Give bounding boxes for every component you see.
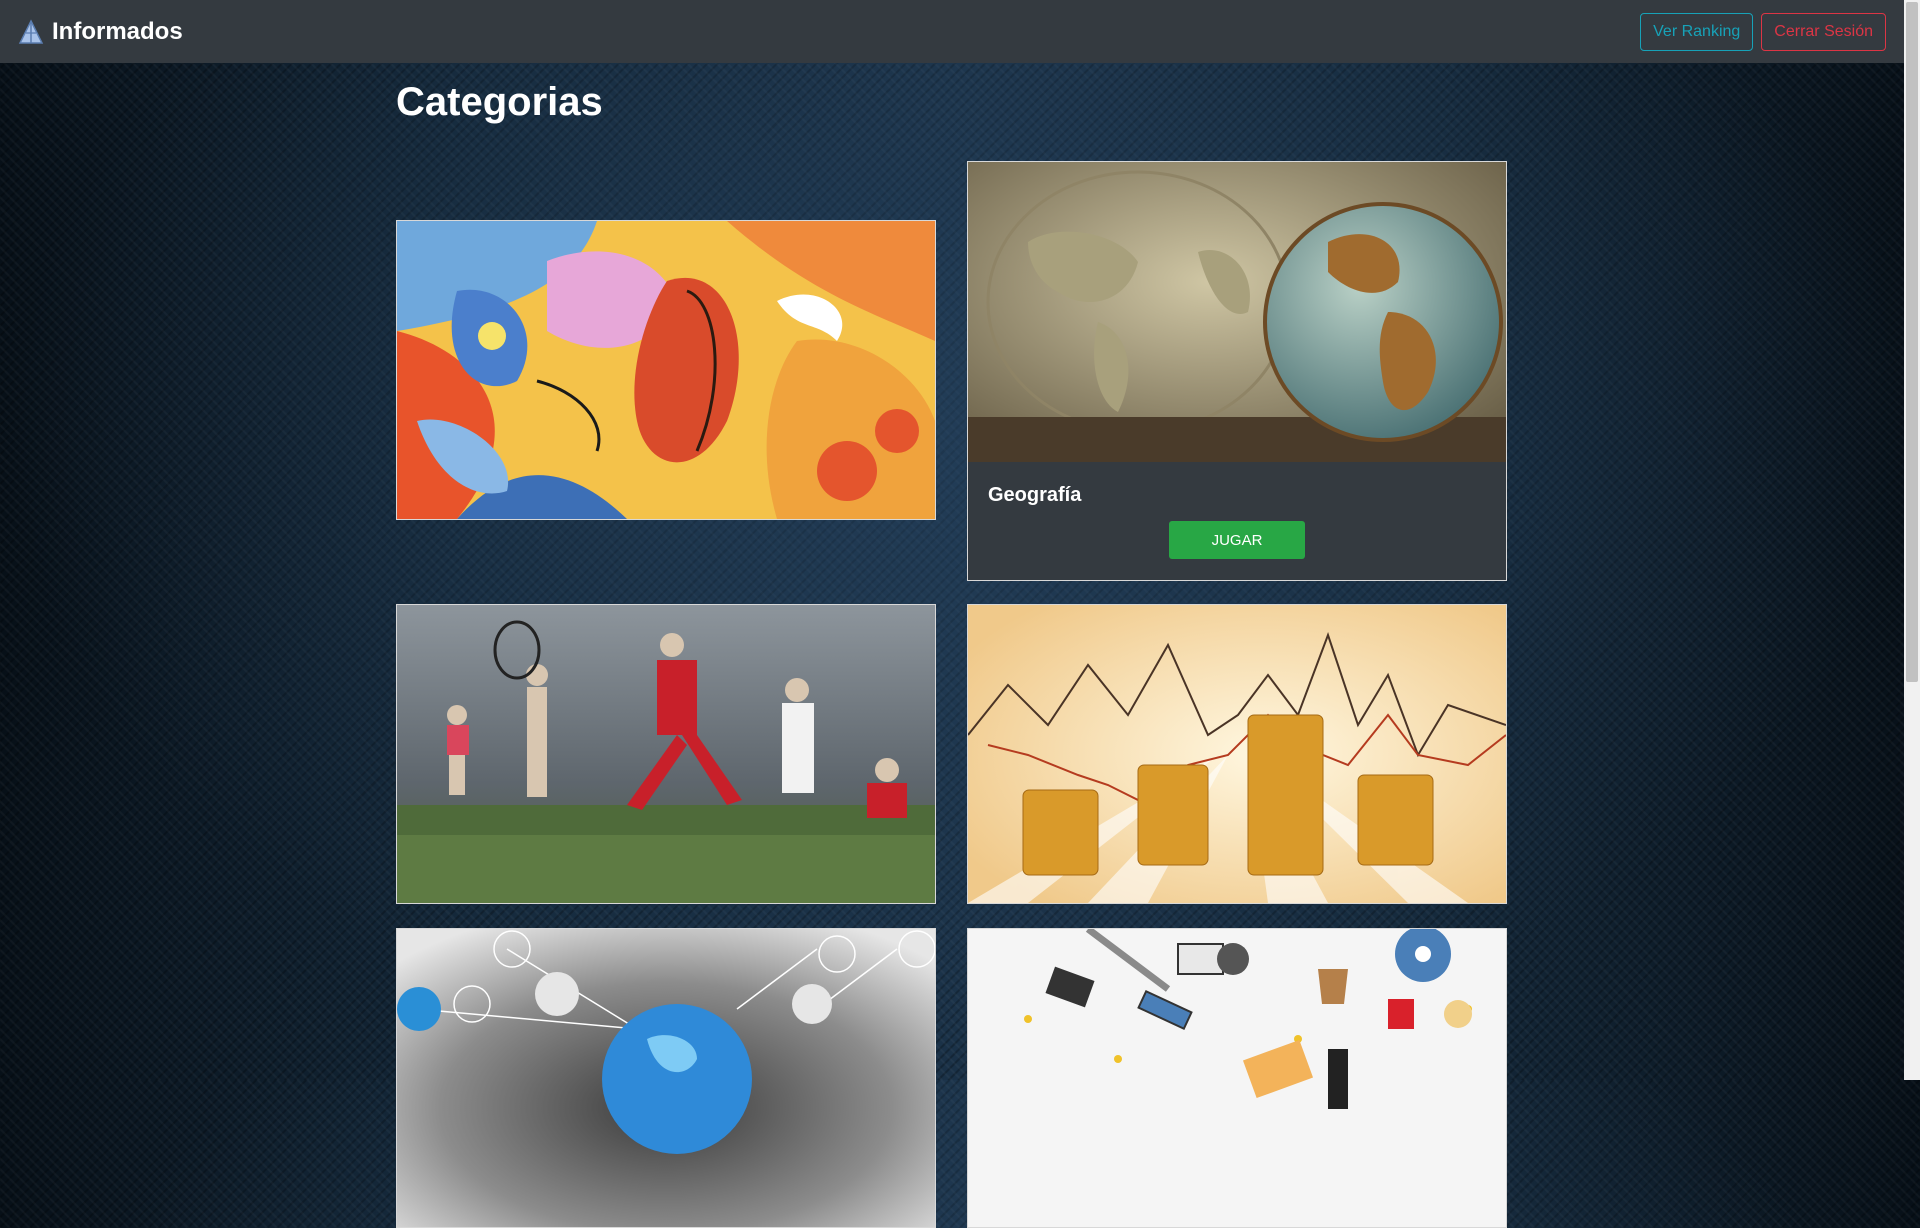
flask-icon (18, 18, 44, 44)
logout-button[interactable]: Cerrar Sesión (1761, 13, 1886, 51)
category-card-geografia: Geografía JUGAR (967, 161, 1507, 581)
world-globe-image (968, 162, 1506, 462)
finance-coins-image (968, 605, 1506, 903)
cinema-items-image (968, 929, 1506, 1227)
sports-athletes-image (397, 605, 935, 903)
ranking-button[interactable]: Ver Ranking (1640, 13, 1754, 51)
category-card-sports[interactable] (396, 604, 936, 904)
brand-name: Informados (52, 17, 183, 45)
scrollbar-thumb[interactable] (1906, 2, 1918, 682)
category-card-cinema[interactable] (967, 928, 1507, 1228)
category-card-music[interactable] (396, 220, 936, 520)
category-card-finance[interactable] (967, 604, 1507, 904)
category-card-technology[interactable] (396, 928, 936, 1228)
navbar: Informados Ver Ranking Cerrar Sesión (0, 0, 1904, 63)
category-title: Geografía (988, 484, 1082, 506)
page-title: Categorias (396, 80, 603, 124)
brand-link[interactable]: Informados (18, 18, 183, 46)
music-painting-image (397, 221, 935, 519)
play-button[interactable]: JUGAR (1169, 521, 1305, 559)
scrollbar[interactable] (1904, 0, 1920, 1080)
technology-globe-image (397, 929, 935, 1227)
